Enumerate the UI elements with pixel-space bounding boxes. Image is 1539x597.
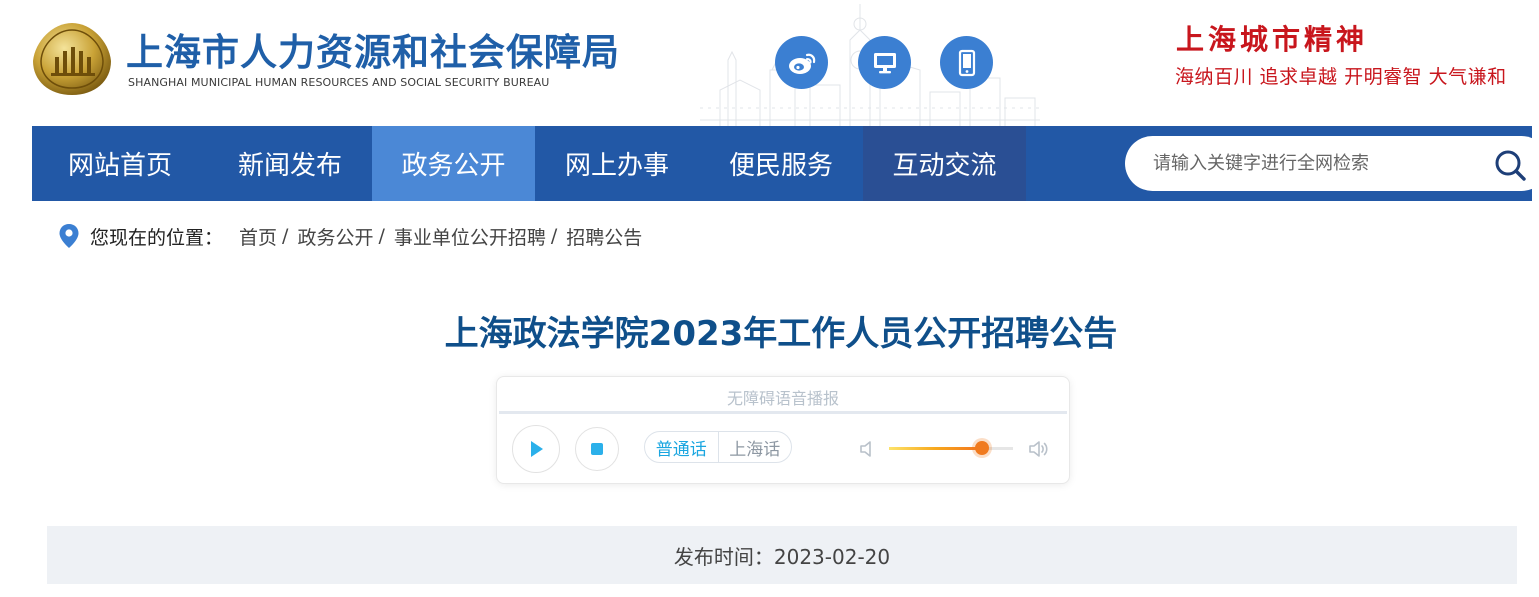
org-name-en: SHANGHAI MUNICIPAL HUMAN RESOURCES AND S… [128, 76, 550, 89]
language-mandarin[interactable]: 普通话 [645, 432, 718, 462]
nav-item-home[interactable]: 网站首页 [32, 126, 208, 201]
city-spirit-title: 上海城市精神 [1176, 23, 1369, 56]
breadcrumb-recruitment-notice[interactable]: 招聘公告 [566, 223, 642, 250]
audio-progress-bar[interactable] [499, 411, 1067, 414]
volume-slider[interactable] [889, 441, 1013, 455]
nav-item-news[interactable]: 新闻发布 [208, 126, 372, 201]
language-shanghainese[interactable]: 上海话 [717, 432, 792, 462]
city-spirit-words: 海纳百川 追求卓越 开明睿智 大气谦和 [1175, 66, 1507, 88]
breadcrumb-separator: / [378, 225, 385, 247]
breadcrumb-institution-recruitment[interactable]: 事业单位公开招聘 [394, 223, 546, 250]
main-nav: 网站首页 新闻发布 政务公开 网上办事 便民服务 互动交流 [32, 126, 1539, 201]
volume-low-icon[interactable] [857, 437, 881, 461]
language-switch: 普通话 上海话 [644, 431, 792, 463]
nav-item-interaction[interactable]: 互动交流 [863, 126, 1026, 201]
nav-item-online-services[interactable]: 网上办事 [535, 126, 699, 201]
bureau-logo [33, 23, 111, 95]
article-meta-bar: 发布时间：2023-02-20 [47, 526, 1517, 584]
org-name-cn: 上海市人力资源和社会保障局 [126, 31, 620, 74]
publish-date: 发布时间：2023-02-20 [673, 544, 891, 569]
nav-item-public-services[interactable]: 便民服务 [699, 126, 863, 201]
site-header: 上海市人力资源和社会保障局 SHANGHAI MUNICIPAL HUMAN R… [0, 0, 1539, 126]
play-icon [531, 441, 543, 457]
weibo-button[interactable] [775, 36, 828, 89]
stop-button[interactable] [575, 427, 619, 471]
breadcrumb-separator: / [550, 225, 558, 247]
volume-high-icon[interactable] [1027, 437, 1051, 461]
audio-player-label: 无障碍语音播报 [726, 389, 839, 408]
stop-icon [591, 443, 603, 455]
breadcrumb-home[interactable]: 首页 [239, 223, 277, 250]
nav-item-government-affairs[interactable]: 政务公开 [372, 126, 535, 201]
desktop-site-button[interactable] [858, 36, 911, 89]
volume-fill [889, 447, 982, 450]
accessibility-audio-player: 无障碍语音播报 普通话 上海话 [496, 376, 1070, 484]
breadcrumb-government-affairs[interactable]: 政务公开 [297, 223, 373, 250]
breadcrumb-label: 您现在的位置： [90, 226, 224, 249]
monitor-icon [873, 52, 896, 73]
search-box [1125, 136, 1539, 191]
play-button[interactable] [512, 425, 560, 473]
weibo-icon [788, 53, 815, 74]
volume-knob[interactable] [975, 441, 989, 455]
article-title: 上海政法学院2023年工作人员公开招聘公告 [444, 314, 1118, 354]
search-input[interactable] [1153, 136, 1483, 191]
search-icon[interactable] [1493, 148, 1527, 182]
mobile-icon [958, 49, 975, 76]
location-pin-icon [59, 224, 79, 248]
mobile-site-button[interactable] [940, 36, 993, 89]
breadcrumb-separator: / [282, 225, 289, 247]
breadcrumb: 您现在的位置： 首页 / 政务公开 / 事业单位公开招聘 / 招聘公告 [58, 222, 642, 250]
